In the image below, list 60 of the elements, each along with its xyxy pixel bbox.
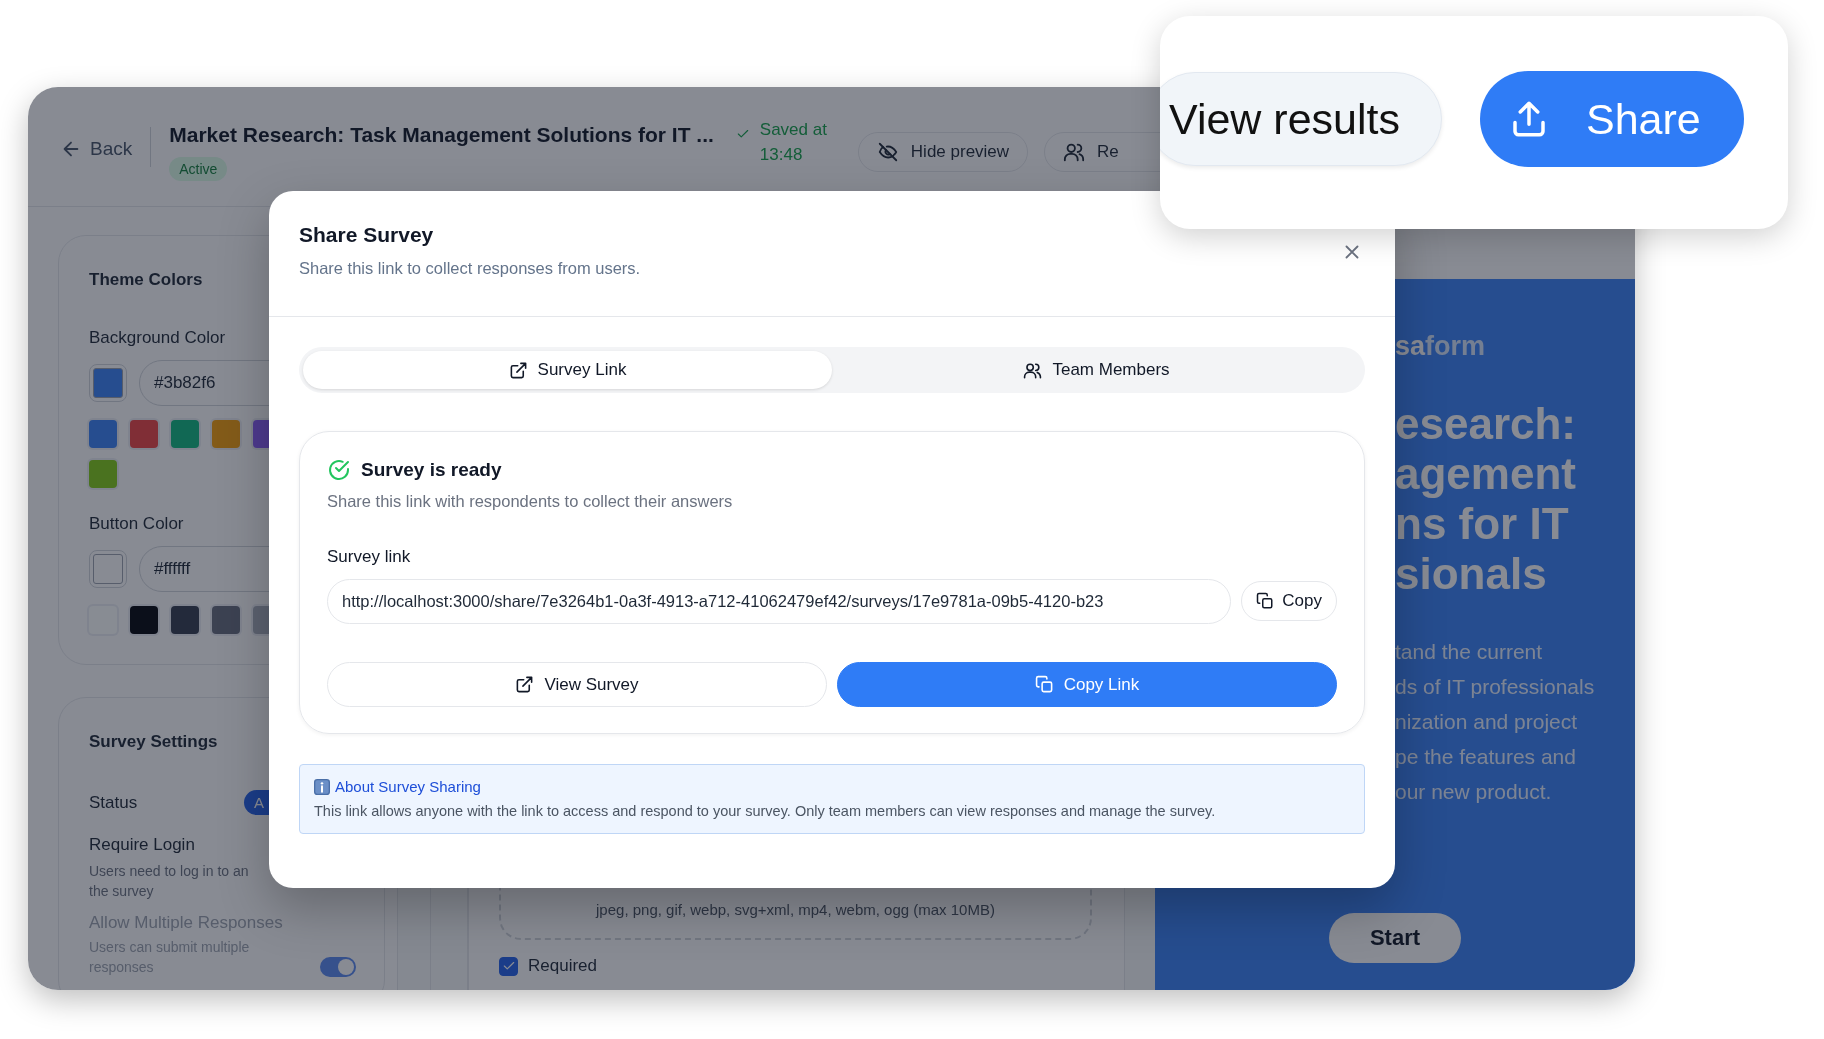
hide-preview-button[interactable]: Hide preview	[857, 131, 1029, 172]
color-swatch-button[interactable]	[89, 364, 127, 402]
survey-link-field[interactable]: http://localhost:3000/share/7e3264b1-0a3f-4913-a712-41062479ef42/surveys/17e9781a-09b5-4120-b23	[327, 579, 1232, 624]
dialog-subtitle: Share this link to collect responses from users.	[299, 259, 642, 278]
copy-icon	[1034, 675, 1054, 694]
copy-icon	[1256, 592, 1275, 610]
check-circle-icon	[327, 458, 351, 482]
dialog-title: Share Survey	[299, 223, 435, 247]
preview-description: tand the current	[1395, 639, 1544, 665]
back-button[interactable]: Back	[60, 137, 133, 160]
preview-title: sionals	[1395, 549, 1548, 599]
field-label: Button Color	[89, 514, 185, 534]
info-icon	[314, 778, 330, 795]
ready-description: Share this link with respondents to collect their answers	[327, 492, 734, 511]
copy-link-button[interactable]: Copy Link	[837, 662, 1337, 707]
setting-label: Require Login	[89, 835, 196, 855]
tab[interactable]: Survey Link	[303, 351, 832, 389]
color-swatch[interactable]	[171, 420, 199, 448]
save-status: Saved at 13:48	[759, 118, 828, 166]
color-swatch[interactable]	[171, 606, 199, 634]
brand-logo: saform	[1395, 331, 1487, 362]
external-link-icon	[515, 675, 535, 694]
survey-title: Market Research: Task Management Solutions for IT ...	[169, 122, 714, 147]
info-text: This link allows anyone with the link to access and respond to your survey. Only team members can view responses and manage the survey.	[314, 803, 1217, 819]
share-button[interactable]: Share	[1480, 71, 1744, 167]
color-swatch[interactable]	[212, 420, 240, 448]
color-swatch[interactable]	[89, 420, 117, 448]
preview-title: esearch:	[1395, 399, 1577, 449]
upload-hint: jpeg, png, gif, webp, svg+xml, mp4, webm, ogg (max 10MB)	[596, 901, 995, 918]
preview-description: pe the features and	[1395, 744, 1577, 770]
checkbox-label: Required	[528, 956, 597, 976]
color-swatch[interactable]	[130, 606, 158, 634]
preview-title: ns for IT	[1395, 499, 1570, 549]
field-label: Survey link	[327, 547, 412, 567]
field-label: Background Color	[89, 328, 227, 348]
copy-button[interactable]: Copy	[1241, 581, 1337, 621]
setting-label: Status	[89, 792, 139, 813]
checkmark-icon	[501, 959, 516, 973]
view-results-button[interactable]: View results	[1160, 72, 1442, 166]
view-survey-button[interactable]: View Survey	[327, 662, 827, 707]
required-checkbox[interactable]	[499, 956, 518, 976]
color-swatch[interactable]	[89, 460, 117, 488]
card-title: Theme Colors	[89, 270, 204, 290]
info-title: About Survey Sharing	[335, 778, 481, 795]
start-button[interactable]: Start	[1329, 913, 1461, 963]
color-swatch[interactable]	[212, 606, 240, 634]
eye-off-icon	[876, 140, 899, 163]
ready-title: Survey is ready	[361, 459, 502, 481]
preview-title: agement	[1395, 449, 1577, 499]
preview-description: ds of IT professionals	[1395, 674, 1596, 700]
card-title: Survey Settings	[89, 732, 219, 752]
users-icon	[1023, 360, 1043, 380]
preview-description: our new product.	[1395, 779, 1553, 805]
color-swatch[interactable]	[130, 420, 158, 448]
tab[interactable]: Team Members	[832, 351, 1361, 389]
external-link-icon	[508, 360, 528, 380]
status-badge: Active	[169, 156, 228, 181]
preview-description: nization and project	[1395, 709, 1579, 735]
setting-description: Users need to log in to an the survey	[89, 862, 250, 901]
color-swatch-button[interactable]	[89, 550, 127, 588]
